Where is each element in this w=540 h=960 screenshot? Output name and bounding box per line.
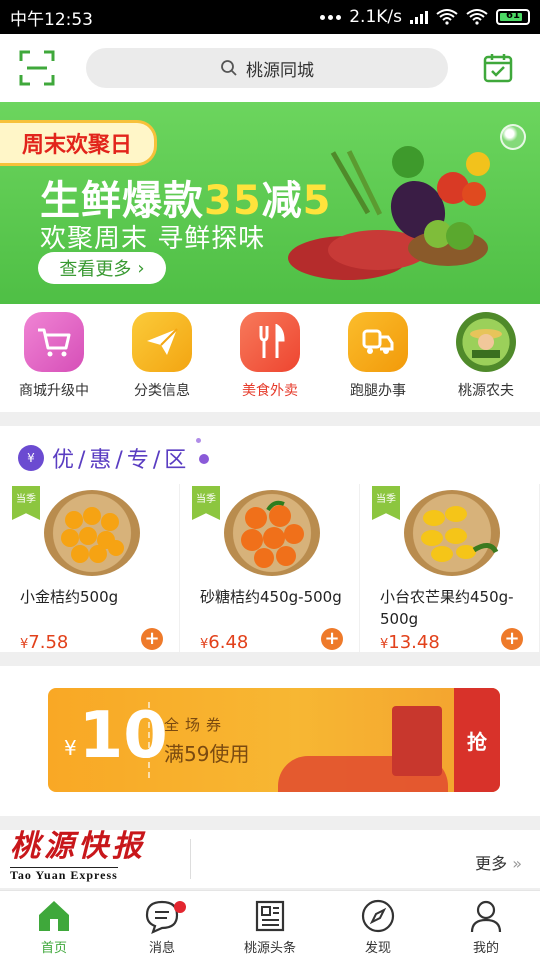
user-icon [470,900,502,933]
vegetables-illustration [288,146,490,280]
wifi-icon [436,9,458,25]
status-bar: 中午12:53 2.1K/s 61 [0,0,540,34]
coupon-condition: 满59使用 [164,742,250,766]
menu-label: 跑腿办事 [350,383,406,399]
signal-icon [410,10,428,24]
banner-more-button[interactable]: 查看更多 › [38,252,166,284]
product-card[interactable]: 当季 小台农芒果约450g-500g ¥13.48 + [360,484,540,653]
news-headline[interactable]: 更多 » [191,830,540,888]
news-more-button[interactable]: 更多 » [475,850,522,874]
farmer-avatar-icon [456,312,516,372]
news-bar: 桃源快报 Tao Yuan Express 更多 » [0,830,540,888]
calendar-check-icon[interactable] [482,52,514,84]
product-image [224,490,320,576]
quick-menu: 商城升级中 分类信息 美食外卖 跑腿办事 桃源农夫 [0,304,540,412]
compass-icon [361,899,395,933]
cart-icon [24,312,84,372]
more-dots-icon [320,14,342,20]
banner-tag: 周末欢聚日 [0,120,158,166]
home-icon [39,901,69,931]
delivery-icon [348,312,408,372]
tab-discover[interactable]: 发现 [324,891,432,960]
product-list: 当季 小金桔约500g ¥7.58 + 当季 砂糖桔约450g-500g ¥6.… [0,484,540,653]
promo-banner[interactable]: 周末欢聚日 生鲜爆款35减5 欢聚周末 寻鲜探味 查看更多 › [0,102,540,304]
gift-box-icon [392,706,442,776]
notification-dot [174,901,186,913]
promo-header: ¥ 优/惠/专/区 [18,442,190,474]
status-time: 中午12:53 [10,9,93,30]
menu-item-food[interactable]: 美食外卖 [216,304,324,412]
chevron-right-icon: › [137,257,145,279]
product-image [404,490,500,576]
product-price: ¥7.58 [20,632,69,653]
decoration-dot [196,438,201,443]
product-price: ¥13.48 [380,632,440,653]
menu-label: 分类信息 [134,383,190,399]
coupon-kind: 全场券 [164,716,228,734]
season-tag: 当季 [12,486,40,520]
add-to-cart-button[interactable]: + [321,628,343,650]
menu-label: 美食外卖 [242,383,298,399]
tab-profile[interactable]: 我的 [432,891,540,960]
bottom-tab-bar: 首页 消息 桃源头条 发现 我的 [0,890,540,960]
decoration-dot [199,454,209,464]
promo-section: ¥ 优/惠/专/区 当季 小金桔约500g ¥7.58 + 当季 砂糖桔约450… [0,426,540,653]
top-bar: 桃源同城 [0,34,540,102]
wifi-icon-2 [466,9,488,25]
coupon-amount: ¥10 [64,699,168,773]
promo-title: 优/惠/专/区 [52,448,191,473]
tao-yuan-express-logo: 桃源快报 Tao Yuan Express [10,829,146,882]
scan-icon[interactable] [18,49,56,87]
product-price: ¥6.48 [200,632,249,653]
season-tag: 当季 [372,486,400,520]
menu-label: 商城升级中 [19,383,89,399]
paper-plane-icon [132,312,192,372]
menu-item-classified[interactable]: 分类信息 [108,304,216,412]
grab-coupon-button[interactable]: 抢 [454,688,500,792]
product-card[interactable]: 当季 小金桔约500g ¥7.58 + [0,484,180,653]
coupon-section: ¥10 全场券 满59使用 抢 [0,666,540,816]
tab-home[interactable]: 首页 [0,891,108,960]
coupon-badge-icon: ¥ [18,445,44,471]
network-speed: 2.1K/s [349,7,402,27]
coupon-card[interactable]: ¥10 全场券 满59使用 抢 [48,688,500,792]
product-name: 砂糖桔约450g-500g [200,588,342,606]
menu-item-mall[interactable]: 商城升级中 [0,304,108,412]
product-name: 小台农芒果约450g-500g [380,588,514,628]
battery-icon: 61 [496,9,530,25]
search-icon [221,60,237,76]
fork-knife-icon [240,312,300,372]
season-tag: 当季 [192,486,220,520]
news-icon [255,900,285,932]
menu-item-farmer[interactable]: 桃源农夫 [432,304,540,412]
search-placeholder: 桃源同城 [246,60,314,81]
menu-item-errand[interactable]: 跑腿办事 [324,304,432,412]
coupon-divider [148,702,150,778]
product-name: 小金桔约500g [20,588,119,606]
menu-label: 桃源农夫 [458,383,514,399]
banner-subtitle: 欢聚周末 寻鲜探味 [40,224,266,254]
double-chevron-right-icon: » [507,854,522,873]
tab-headlines[interactable]: 桃源头条 [216,891,324,960]
add-to-cart-button[interactable]: + [501,628,523,650]
product-card[interactable]: 当季 砂糖桔约450g-500g ¥6.48 + [180,484,360,653]
add-to-cart-button[interactable]: + [141,628,163,650]
search-input[interactable]: 桃源同城 [86,48,448,88]
tab-messages[interactable]: 消息 [108,891,216,960]
product-image [44,490,140,576]
